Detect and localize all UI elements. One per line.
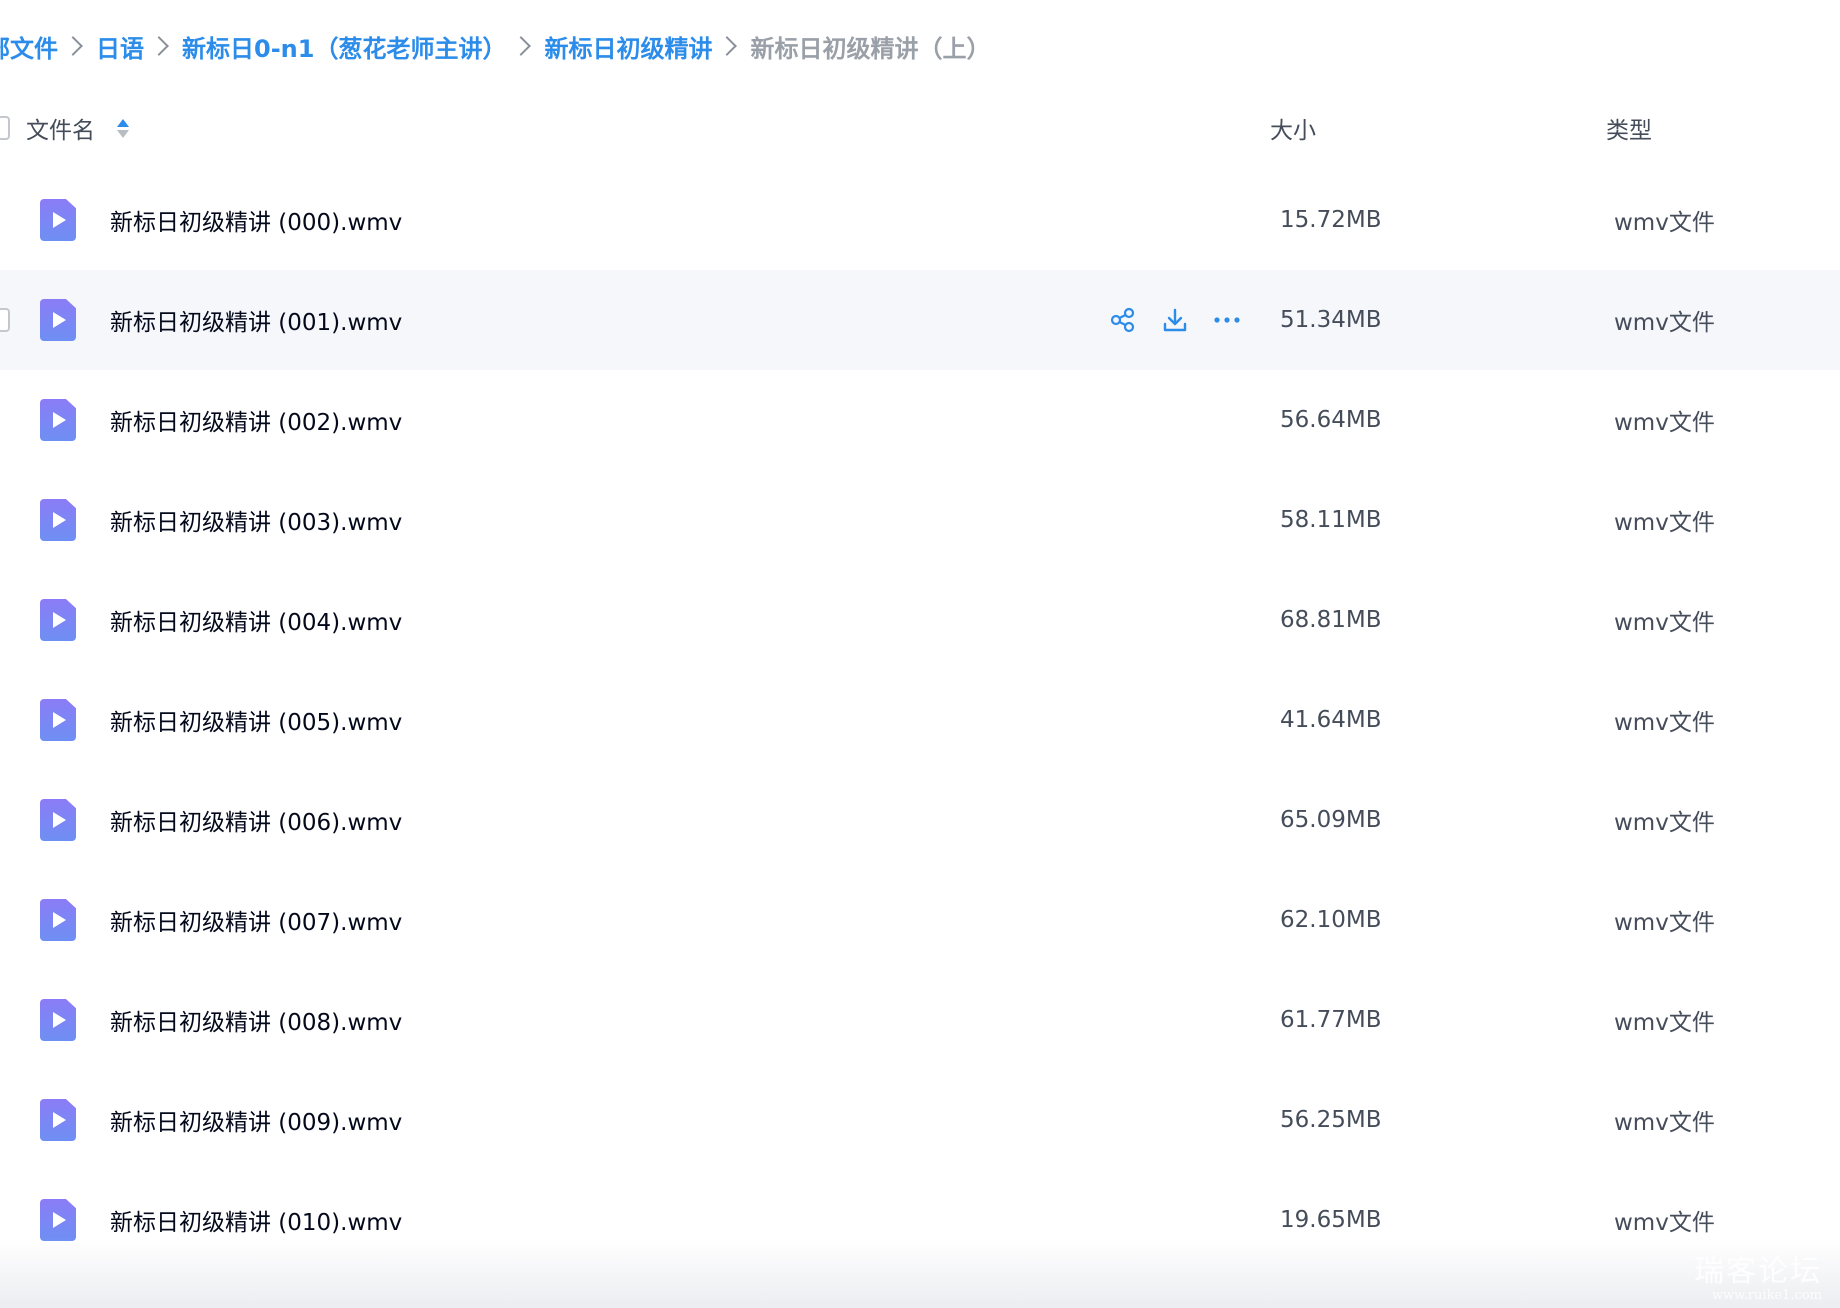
file-type: wmv文件	[1614, 310, 1715, 336]
file-type: wmv文件	[1614, 410, 1715, 436]
video-file-icon	[40, 1199, 76, 1241]
table-row[interactable]: 新标日初级精讲 (008).wmv 61.77MB wmv文件	[0, 970, 1840, 1070]
file-browser: 部文件 日语 新标日0-n1（葱花老师主讲） 新标日初级精讲 新标日初级精讲（上…	[0, 0, 1840, 1308]
video-file-icon	[40, 599, 76, 641]
file-name[interactable]: 新标日初级精讲 (000).wmv	[110, 203, 402, 237]
file-size: 58.11MB	[1280, 507, 1382, 533]
file-type: wmv文件	[1614, 910, 1715, 936]
file-type: wmv文件	[1614, 810, 1715, 836]
table-row[interactable]: 新标日初级精讲 (004).wmv 68.81MB wmv文件	[0, 570, 1840, 670]
column-header-name[interactable]: 文件名	[26, 111, 129, 145]
breadcrumb-item-beginner[interactable]: 新标日初级精讲	[544, 29, 712, 64]
file-size: 68.81MB	[1280, 607, 1382, 633]
file-size: 62.10MB	[1280, 907, 1382, 933]
select-all-checkbox[interactable]	[0, 116, 10, 140]
table-row[interactable]: 新标日初级精讲 (001).wmv 51.34MB wmv文件	[0, 270, 1840, 370]
file-name[interactable]: 新标日初级精讲 (006).wmv	[110, 803, 402, 837]
file-name[interactable]: 新标日初级精讲 (007).wmv	[110, 903, 402, 937]
column-header-type[interactable]: 类型	[1606, 111, 1652, 145]
watermark-url: www.ruike1.com	[1711, 1288, 1822, 1303]
table-row[interactable]: 新标日初级精讲 (002).wmv 56.64MB wmv文件	[0, 370, 1840, 470]
sort-icon[interactable]	[117, 118, 129, 138]
chevron-right-icon	[511, 36, 532, 56]
row-checkbox[interactable]	[0, 308, 10, 332]
file-size: 61.77MB	[1280, 1007, 1382, 1033]
file-size: 41.64MB	[1280, 707, 1382, 733]
video-file-icon	[40, 399, 76, 441]
file-name[interactable]: 新标日初级精讲 (005).wmv	[110, 703, 402, 737]
video-file-icon	[40, 199, 76, 241]
file-name[interactable]: 新标日初级精讲 (002).wmv	[110, 403, 402, 437]
video-file-icon	[40, 999, 76, 1041]
table-row[interactable]: 新标日初级精讲 (003).wmv 58.11MB wmv文件	[0, 470, 1840, 570]
file-name[interactable]: 新标日初级精讲 (001).wmv	[110, 303, 402, 337]
download-icon[interactable]	[1160, 305, 1190, 335]
table-row[interactable]: 新标日初级精讲 (006).wmv 65.09MB wmv文件	[0, 770, 1840, 870]
video-file-icon	[40, 899, 76, 941]
breadcrumb-item-current: 新标日初级精讲（上）	[750, 34, 991, 63]
row-actions	[1108, 305, 1242, 335]
column-header-name-label: 文件名	[26, 118, 95, 144]
file-type: wmv文件	[1614, 1110, 1715, 1136]
file-type: wmv文件	[1614, 1010, 1715, 1036]
breadcrumb: 部文件 日语 新标日0-n1（葱花老师主讲） 新标日初级精讲 新标日初级精讲（上…	[0, 26, 990, 66]
table-row[interactable]: 新标日初级精讲 (007).wmv 62.10MB wmv文件	[0, 870, 1840, 970]
file-type: wmv文件	[1614, 210, 1715, 236]
file-size: 19.65MB	[1280, 1207, 1382, 1233]
video-file-icon	[40, 499, 76, 541]
file-type: wmv文件	[1614, 510, 1715, 536]
video-file-icon	[40, 299, 76, 341]
file-name[interactable]: 新标日初级精讲 (003).wmv	[110, 503, 402, 537]
file-name[interactable]: 新标日初级精讲 (010).wmv	[110, 1203, 402, 1237]
file-type: wmv文件	[1614, 710, 1715, 736]
table-row[interactable]: 新标日初级精讲 (005).wmv 41.64MB wmv文件	[0, 670, 1840, 770]
file-list: 新标日初级精讲 (000).wmv 15.72MB wmv文件 新标日初级精讲 (00…	[0, 170, 1840, 1270]
share-icon[interactable]	[1108, 305, 1138, 335]
more-icon[interactable]	[1212, 305, 1242, 335]
watermark-text: 瑞客论坛	[1694, 1254, 1822, 1289]
bottom-fade	[0, 1238, 1840, 1308]
file-name[interactable]: 新标日初级精讲 (008).wmv	[110, 1003, 402, 1037]
breadcrumb-item-course[interactable]: 新标日0-n1（葱花老师主讲）	[182, 29, 506, 64]
table-row[interactable]: 新标日初级精讲 (000).wmv 15.72MB wmv文件	[0, 170, 1840, 270]
file-size: 56.25MB	[1280, 1107, 1382, 1133]
file-name[interactable]: 新标日初级精讲 (004).wmv	[110, 603, 402, 637]
file-size: 56.64MB	[1280, 407, 1382, 433]
breadcrumb-item-all-files[interactable]: 部文件	[0, 29, 58, 64]
video-file-icon	[40, 699, 76, 741]
chevron-right-icon	[717, 36, 738, 56]
file-type: wmv文件	[1614, 610, 1715, 636]
table-header: 文件名 大小 类型	[0, 100, 1840, 156]
chevron-right-icon	[63, 36, 83, 56]
column-header-size[interactable]: 大小	[1270, 111, 1316, 145]
table-row[interactable]: 新标日初级精讲 (009).wmv 56.25MB wmv文件	[0, 1070, 1840, 1170]
file-size: 51.34MB	[1280, 307, 1382, 333]
breadcrumb-item-japanese[interactable]: 日语	[96, 29, 144, 64]
file-size: 65.09MB	[1280, 807, 1382, 833]
file-name[interactable]: 新标日初级精讲 (009).wmv	[110, 1103, 402, 1137]
chevron-right-icon	[149, 36, 169, 56]
video-file-icon	[40, 799, 76, 841]
video-file-icon	[40, 1099, 76, 1141]
file-type: wmv文件	[1614, 1210, 1715, 1236]
file-size: 15.72MB	[1280, 207, 1382, 233]
watermark: 瑞客论坛 www.ruike1.com	[1694, 1254, 1822, 1303]
